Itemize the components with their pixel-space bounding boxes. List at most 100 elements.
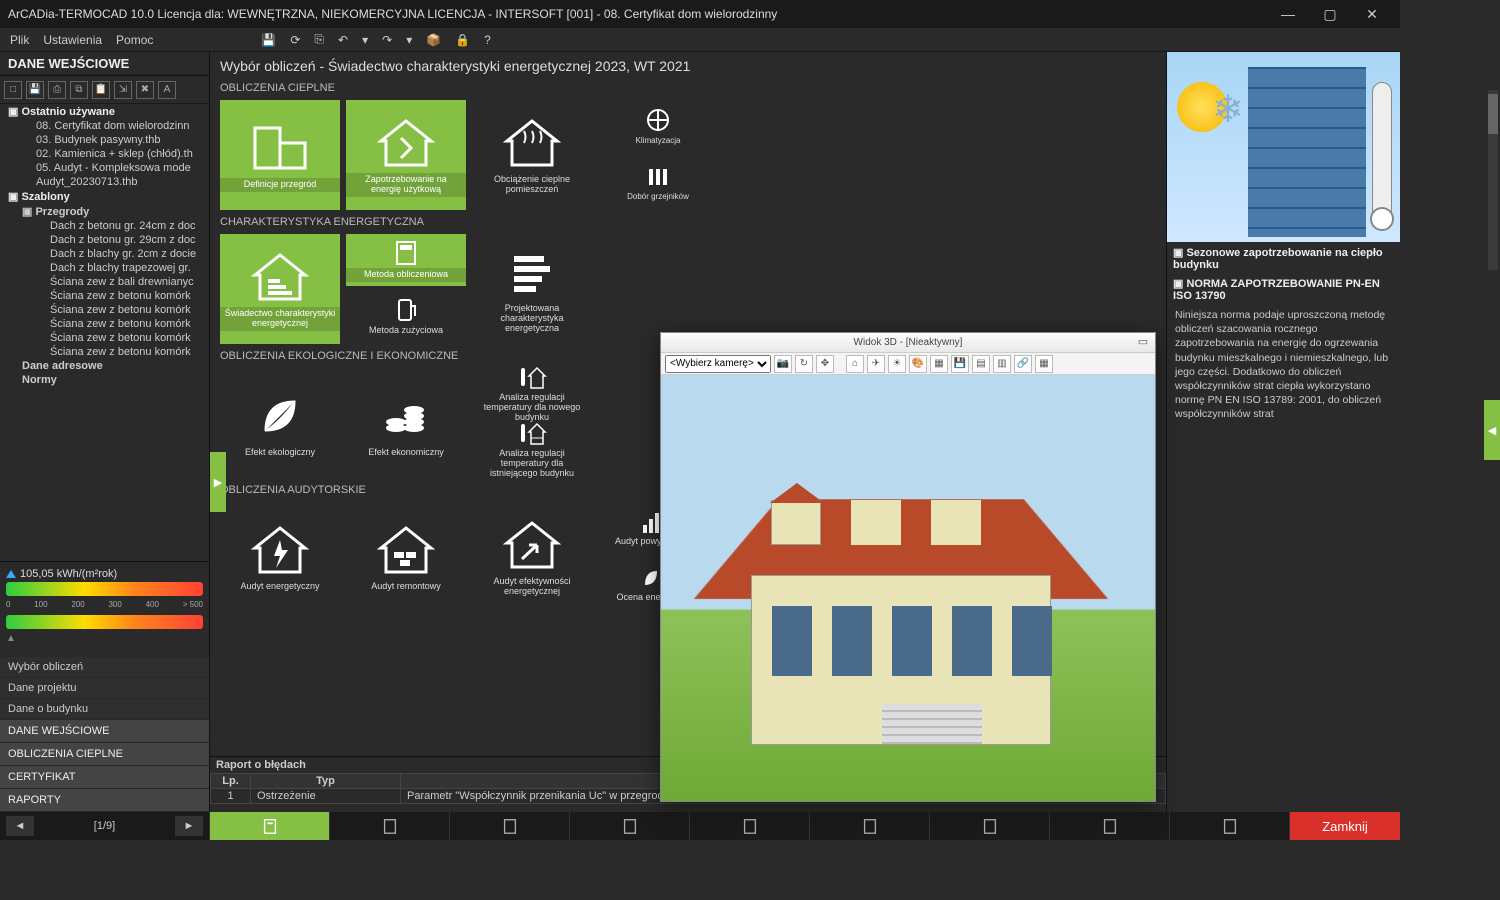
- tree-address-data[interactable]: Dane adresowe: [0, 359, 209, 373]
- tile-definicje-przegrod[interactable]: Definicje przegród: [220, 100, 340, 210]
- nav-item-budynku[interactable]: Dane o budynku: [0, 699, 209, 719]
- tile-metoda-obliczeniowa[interactable]: Metoda obliczeniowa: [346, 234, 466, 286]
- nav-cat-certyfikat[interactable]: CERTYFIKAT: [0, 766, 209, 788]
- bottom-tab-1[interactable]: [210, 812, 330, 840]
- tile-projektowana[interactable]: Projektowana charakterystyka energetyczn…: [472, 234, 592, 344]
- minimize-button[interactable]: —: [1268, 0, 1308, 28]
- save-all-icon[interactable]: ⎙: [48, 81, 66, 99]
- close-button[interactable]: Zamknij: [1290, 812, 1400, 840]
- nav-item-wybor[interactable]: Wybór obliczeń: [0, 657, 209, 677]
- lock-icon[interactable]: 🔒: [455, 33, 470, 47]
- tile-audyt-efektywnosci[interactable]: Audyt efektywności energetycznej: [472, 502, 592, 612]
- pager-prev[interactable]: ◄: [6, 816, 34, 836]
- help-icon[interactable]: ?: [484, 33, 491, 47]
- tree-recent-item[interactable]: Audyt_20230713.thb: [0, 175, 209, 189]
- tile-obciazenie[interactable]: Obciążenie cieplne pomieszczeń: [472, 100, 592, 210]
- bottom-tab-4[interactable]: [570, 812, 690, 840]
- tree-partition-item[interactable]: Dach z betonu gr. 29cm z doc: [0, 233, 209, 247]
- copy-icon[interactable]: ⎘: [314, 32, 324, 47]
- tree-recent-item[interactable]: 02. Kamienica + sklep (chłód).th: [0, 147, 209, 161]
- import-icon[interactable]: ⇲: [114, 81, 132, 99]
- tree-partition-item[interactable]: Ściana zew z bali drewnianyc: [0, 275, 209, 289]
- maximize-button[interactable]: ▢: [1310, 0, 1350, 28]
- pager-next[interactable]: ►: [175, 816, 203, 836]
- tile-metoda-zuzyciowa[interactable]: Metoda zużyciowa: [346, 290, 466, 342]
- tree-partition-item[interactable]: Ściana zew z betonu komórk: [0, 317, 209, 331]
- trash-icon[interactable]: ✖: [136, 81, 154, 99]
- viewer-sun-icon[interactable]: ☀: [888, 355, 906, 373]
- menu-help[interactable]: Pomoc: [116, 33, 153, 47]
- tile-analiza-istniejacy[interactable]: Analiza regulacji temperatury dla istnie…: [472, 424, 592, 476]
- close-window-button[interactable]: ✕: [1352, 0, 1392, 28]
- viewer-close-icon[interactable]: ▭: [1135, 335, 1151, 348]
- viewer-layers-icon[interactable]: ▤: [972, 355, 990, 373]
- bottom-tab-5[interactable]: [690, 812, 810, 840]
- bottom-tab-7[interactable]: [930, 812, 1050, 840]
- tile-analiza-nowy[interactable]: Analiza regulacji temperatury dla nowego…: [472, 368, 592, 420]
- tree-partition-item[interactable]: Ściana zew z betonu komórk: [0, 289, 209, 303]
- bottom-tab-9[interactable]: [1170, 812, 1290, 840]
- tile-klimatyzacja[interactable]: Klimatyzacja: [598, 100, 718, 152]
- tile-audyt-energetyczny[interactable]: Audyt energetyczny: [220, 502, 340, 612]
- tree-norms[interactable]: Normy: [0, 373, 209, 387]
- tree-partition-item[interactable]: Ściana zew z betonu komórk: [0, 331, 209, 345]
- viewer-camera-icon[interactable]: 📷: [774, 355, 792, 373]
- viewer-plane-icon[interactable]: ✈: [867, 355, 885, 373]
- tile-zapotrzebowanie[interactable]: Zapotrzebowanie na energię użytkową: [346, 100, 466, 210]
- viewer-pan-icon[interactable]: ✥: [816, 355, 834, 373]
- edge-arrow-right[interactable]: ◀: [1484, 400, 1500, 460]
- undo-dropdown-icon[interactable]: ▾: [362, 33, 368, 47]
- tree-group-recent[interactable]: ▣ Ostatnio używane: [0, 104, 209, 119]
- viewer-save-icon[interactable]: 💾: [951, 355, 969, 373]
- tree-partition-item[interactable]: Dach z blachy trapezowej gr.: [0, 261, 209, 275]
- font-icon[interactable]: A: [158, 81, 176, 99]
- nav-cat-raporty[interactable]: RAPORTY: [0, 789, 209, 811]
- package-icon[interactable]: 📦: [426, 33, 441, 47]
- undo-icon[interactable]: ↶: [338, 33, 348, 47]
- save-icon[interactable]: 💾: [261, 33, 276, 47]
- viewer-layers2-icon[interactable]: ▥: [993, 355, 1011, 373]
- scrollbar-thumb[interactable]: [1488, 94, 1498, 134]
- tile-audyt-remontowy[interactable]: Audyt remontowy: [346, 502, 466, 612]
- edge-arrow-left[interactable]: ▶: [210, 452, 226, 512]
- refresh-icon[interactable]: ⟳: [290, 33, 300, 47]
- tile-efekt-ekonomiczny[interactable]: Efekt ekonomiczny: [346, 368, 466, 478]
- viewer-canvas[interactable]: [661, 375, 1155, 801]
- viewer-palette-icon[interactable]: 🎨: [909, 355, 927, 373]
- tile-swiadectwo[interactable]: Świadectwo charakterystyki energetycznej: [220, 234, 340, 344]
- bottom-tab-2[interactable]: [330, 812, 450, 840]
- tree-group-partitions[interactable]: ▣ Przegrody: [0, 204, 209, 219]
- nav-item-projektu[interactable]: Dane projektu: [0, 678, 209, 698]
- viewer-grid-icon[interactable]: ▦: [1035, 355, 1053, 373]
- redo-icon[interactable]: ↷: [382, 33, 392, 47]
- bottom-tab-8[interactable]: [1050, 812, 1170, 840]
- viewer-rotate-icon[interactable]: ↻: [795, 355, 813, 373]
- nav-cat-obliczenia[interactable]: OBLICZENIA CIEPLNE: [0, 743, 209, 765]
- tree-partition-item[interactable]: Ściana zew z betonu komórk: [0, 345, 209, 359]
- tree-group-templates[interactable]: ▣ Szablony: [0, 189, 209, 204]
- nav-cat-dane[interactable]: DANE WEJŚCIOWE: [0, 720, 209, 742]
- copy-file-icon[interactable]: ⧉: [70, 81, 88, 99]
- right-scrollbar[interactable]: [1488, 90, 1498, 270]
- tree-recent-item[interactable]: 05. Audyt - Kompleksowa mode: [0, 161, 209, 175]
- viewer-title[interactable]: Widok 3D - [Nieaktywny]▭: [661, 333, 1155, 353]
- menu-settings[interactable]: Ustawienia: [43, 33, 102, 47]
- bottom-tab-6[interactable]: [810, 812, 930, 840]
- tree-recent-item[interactable]: 08. Certyfikat dom wielorodzinn: [0, 119, 209, 133]
- viewer-building-icon[interactable]: ▦: [930, 355, 948, 373]
- camera-select[interactable]: <Wybierz kamerę>: [665, 355, 771, 373]
- save-file-icon[interactable]: 💾: [26, 81, 44, 99]
- viewer-home-icon[interactable]: ⌂: [846, 355, 864, 373]
- tree-recent-item[interactable]: 03. Budynek pasywny.thb: [0, 133, 209, 147]
- viewer-3d[interactable]: Widok 3D - [Nieaktywny]▭ <Wybierz kamerę…: [660, 332, 1156, 802]
- tile-efekt-ekologiczny[interactable]: Efekt ekologiczny: [220, 368, 340, 478]
- menu-file[interactable]: Plik: [10, 33, 29, 47]
- new-file-icon[interactable]: □: [4, 81, 22, 99]
- tile-dobor-grzejnikow[interactable]: Dobór grzejników: [598, 156, 718, 208]
- paste-icon[interactable]: 📋: [92, 81, 110, 99]
- bottom-tab-3[interactable]: [450, 812, 570, 840]
- tree-partition-item[interactable]: Dach z blachy gr. 2cm z docie: [0, 247, 209, 261]
- tree-partition-item[interactable]: Dach z betonu gr. 24cm z doc: [0, 219, 209, 233]
- viewer-link-icon[interactable]: 🔗: [1014, 355, 1032, 373]
- tree-partition-item[interactable]: Ściana zew z betonu komórk: [0, 303, 209, 317]
